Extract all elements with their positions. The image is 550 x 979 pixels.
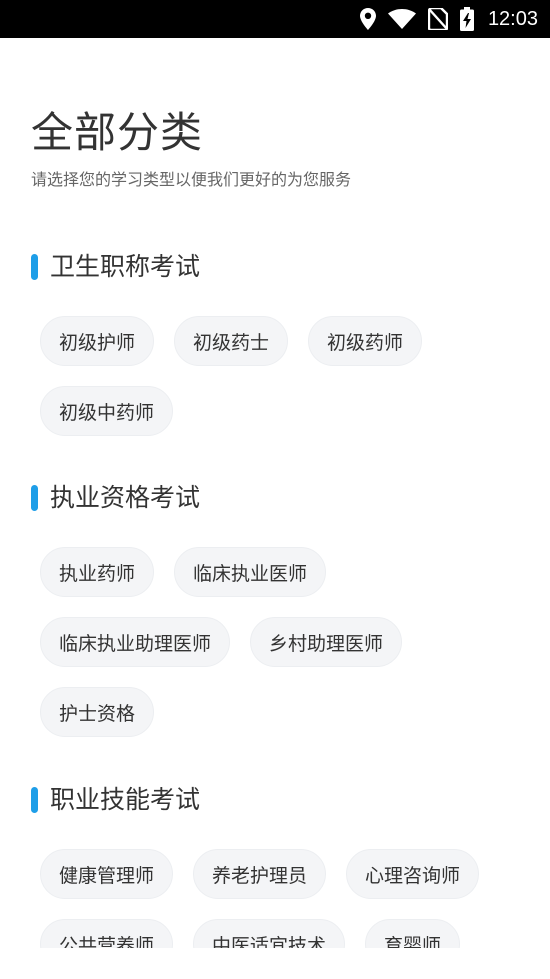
category-chip[interactable]: 公共营养师	[40, 919, 174, 948]
category-chip[interactable]: 临床执业医师	[174, 547, 327, 597]
category-chip[interactable]: 心理咨询师	[346, 849, 480, 899]
category-chip[interactable]: 临床执业助理医师	[40, 617, 231, 667]
section-accent-bar	[31, 254, 38, 280]
section-accent-bar	[31, 485, 38, 511]
section-header-practice-qualification: 执业资格考试	[31, 482, 200, 514]
category-chip[interactable]: 初级护师	[40, 316, 155, 366]
bottom-safe-area	[0, 948, 550, 979]
category-chip[interactable]: 健康管理师	[40, 849, 174, 899]
page-title: 全部分类	[31, 108, 204, 157]
location-icon	[359, 8, 376, 30]
status-time: 12:03	[487, 7, 538, 30]
battery-charging-icon	[459, 7, 474, 31]
chip-group-vocational-skills: 健康管理师 养老护理员 心理咨询师 公共营养师 中医适宜技术 育婴师	[40, 849, 520, 948]
category-chip[interactable]: 育婴师	[365, 919, 461, 948]
category-page: 全部分类 请选择您的学习类型以便我们更好的为您服务 卫生职称考试 初级护师 初级…	[0, 38, 550, 948]
category-chip[interactable]: 养老护理员	[193, 849, 327, 899]
chip-group-health-title: 初级护师 初级药士 初级药师 初级中药师	[40, 316, 520, 436]
chip-group-practice-qualification: 执业药师 临床执业医师 临床执业助理医师 乡村助理医师 护士资格	[40, 547, 520, 737]
category-chip[interactable]: 乡村助理医师	[250, 617, 403, 667]
section-header-vocational-skills: 职业技能考试	[31, 784, 200, 816]
wifi-icon	[387, 9, 416, 29]
category-chip[interactable]: 护士资格	[40, 687, 155, 737]
category-chip[interactable]: 初级药师	[308, 316, 423, 366]
category-chip[interactable]: 初级中药师	[40, 386, 174, 436]
section-header-health-title: 卫生职称考试	[31, 251, 200, 283]
category-chip[interactable]: 中医适宜技术	[193, 919, 346, 948]
page-subtitle: 请选择您的学习类型以便我们更好的为您服务	[31, 170, 352, 189]
category-chip[interactable]: 执业药师	[40, 547, 155, 597]
category-chip[interactable]: 初级药士	[174, 316, 289, 366]
section-title: 执业资格考试	[50, 483, 201, 512]
no-sim-icon	[427, 8, 448, 30]
section-accent-bar	[31, 787, 38, 813]
section-title: 卫生职称考试	[50, 252, 201, 281]
status-bar: 12:03	[0, 0, 550, 38]
section-title: 职业技能考试	[50, 785, 201, 814]
